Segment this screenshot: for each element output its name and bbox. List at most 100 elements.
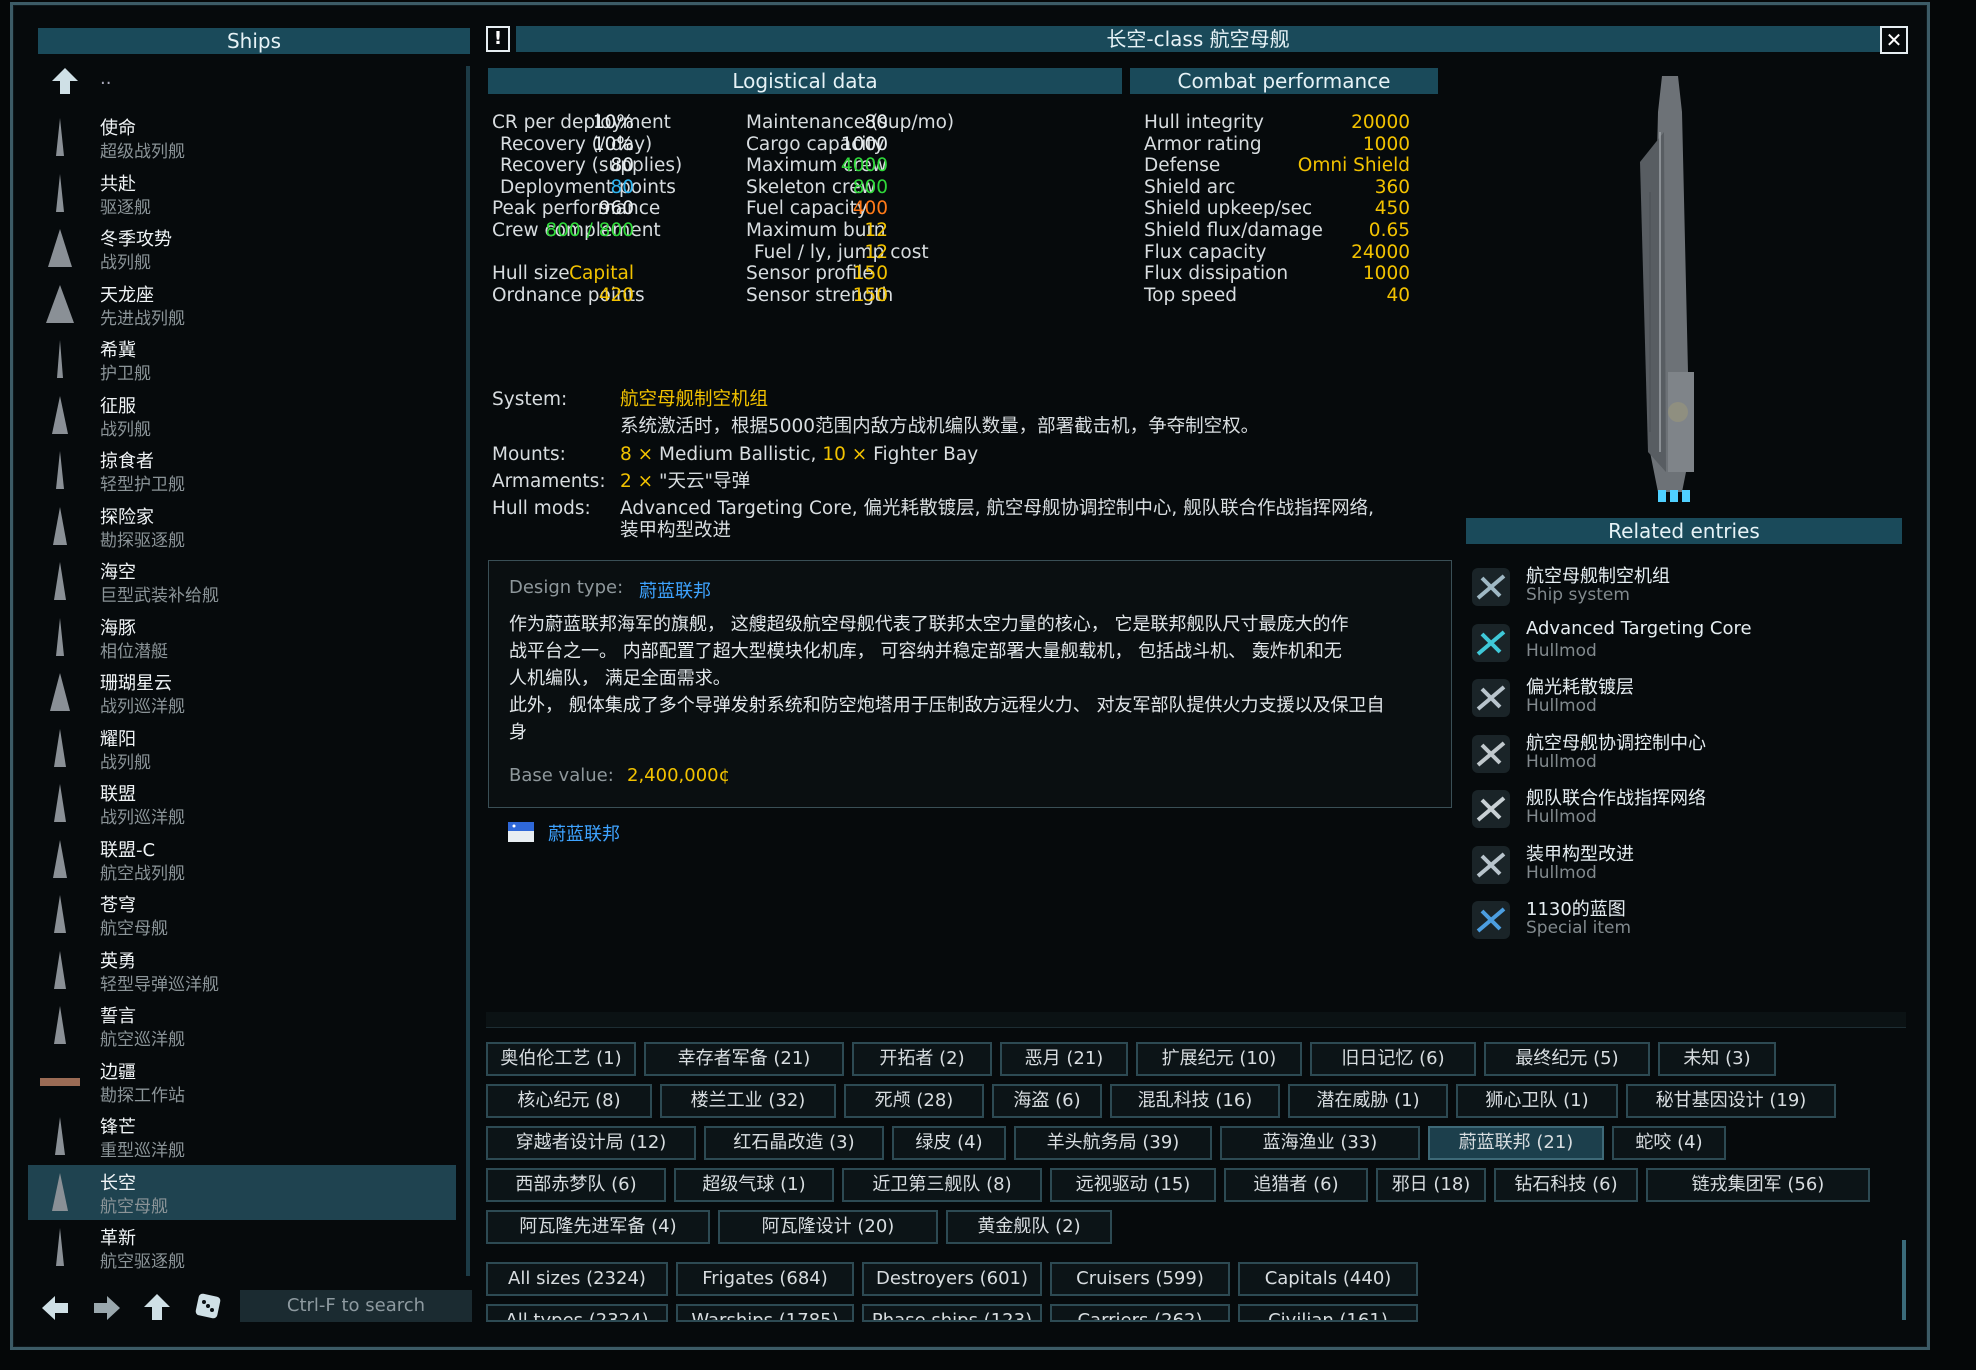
ship-thumbnail-icon [53,506,67,545]
filter-chip[interactable]: 幸存者军备 (21) [644,1042,844,1076]
ship-list-item[interactable]: 掠食者 轻型护卫舰 [28,443,456,498]
filter-chip[interactable]: 开拓者 (2) [852,1042,992,1076]
command-network-icon [1472,790,1510,828]
filter-chip[interactable]: 潜在威胁 (1) [1288,1084,1448,1118]
description-line: 人机编队， 满足全面需求。 [509,668,731,689]
ship-thumbnail-icon [46,284,74,323]
ship-list-item[interactable]: 耀阳 战列舰 [28,721,456,776]
related-entry[interactable]: 航空母舰制空机组 Ship system [1466,560,1886,612]
filter-chip[interactable]: 旧日记忆 (6) [1310,1042,1476,1076]
filter-chip[interactable]: 混乱科技 (16) [1110,1084,1280,1118]
filter-chip[interactable]: Phase ships (123) [862,1304,1042,1322]
filter-chip[interactable]: 远视驱动 (15) [1050,1168,1216,1202]
system-name[interactable]: 航空母舰制空机组 [620,386,768,413]
ship-list-item[interactable]: 联盟-C 航空战列舰 [28,832,456,887]
filter-chip[interactable]: 绿皮 (4) [892,1126,1006,1160]
related-entry[interactable]: 偏光耗散镀层 Hullmod [1466,671,1886,723]
ship-list-item[interactable]: 天龙座 先进战列舰 [28,277,456,332]
parent-dir-item[interactable]: .. [28,60,456,100]
search-hint[interactable]: Ctrl-F to search [240,1290,472,1322]
filter-chip[interactable]: 邪日 (18) [1376,1168,1486,1202]
filter-chip[interactable]: 楼兰工业 (32) [660,1084,836,1118]
filter-chip[interactable]: 扩展纪元 (10) [1136,1042,1302,1076]
filter-chip[interactable]: All sizes (2324) [486,1262,668,1296]
filter-chip[interactable]: 西部赤梦队 (6) [486,1168,666,1202]
ship-list-item[interactable]: 海空 巨型武装补给舰 [28,554,456,609]
filter-chip[interactable]: 穿越者设计局 (12) [486,1126,696,1160]
filter-chip[interactable]: 羊头航务局 (39) [1014,1126,1212,1160]
filter-chip[interactable]: 阿瓦隆先进军备 (4) [486,1210,710,1244]
filter-chip[interactable]: 近卫第三舰队 (8) [842,1168,1042,1202]
filter-chip[interactable]: 死颅 (28) [844,1084,984,1118]
filter-chip[interactable]: Carriers (262) [1050,1304,1230,1322]
ship-list-item[interactable]: 英勇 轻型导弹巡洋舰 [28,943,456,998]
filter-chip[interactable]: Destroyers (601) [862,1262,1042,1296]
close-button[interactable]: ✕ [1880,26,1908,54]
filter-chip[interactable]: 钻石科技 (6) [1494,1168,1638,1202]
alert-icon[interactable]: ! [486,26,510,52]
filter-chip[interactable]: All types (2324) [486,1304,668,1322]
ship-list-item[interactable]: 希冀 护卫舰 [28,332,456,387]
ship-list-item[interactable]: 探险家 勘探驱逐舰 [28,499,456,554]
ship-list-item[interactable]: 革新 航空驱逐舰 [28,1220,456,1275]
forward-arrow-icon[interactable] [92,1294,122,1322]
related-entry-title: Advanced Targeting Core [1526,617,1752,639]
stat-value: 1000 [1362,133,1410,155]
ship-list-item[interactable]: 锋芒 重型巡洋舰 [28,1109,456,1164]
filter-chip[interactable]: Civilian (161) [1238,1304,1418,1322]
filter-chip[interactable]: 未知 (3) [1658,1042,1776,1076]
ship-list-item[interactable]: 征服 战列舰 [28,388,456,443]
filter-chip[interactable]: 蛇咬 (4) [1612,1126,1726,1160]
related-entry[interactable]: 航空母舰协调控制中心 Hullmod [1466,727,1886,779]
ship-list-item[interactable]: 苍穹 航空母舰 [28,887,456,942]
filter-chip[interactable]: 狮心卫队 (1) [1456,1084,1618,1118]
related-entry[interactable]: 1130的蓝图 Special item [1466,893,1886,945]
stat-value: 10% [592,133,634,155]
filter-chip[interactable]: 蓝海渔业 (33) [1220,1126,1420,1160]
filter-chip[interactable]: 链戎集团军 (56) [1646,1168,1870,1202]
filter-chip[interactable]: 秘甘基因设计 (19) [1626,1084,1836,1118]
filter-chip[interactable]: Capitals (440) [1238,1262,1418,1296]
ships-scrollbar[interactable] [466,66,470,1276]
filter-chip[interactable]: Warships (1785) [676,1304,854,1322]
ship-list-item[interactable]: 长空 航空母舰 [28,1164,456,1220]
back-arrow-icon[interactable] [40,1294,70,1322]
filter-chip[interactable]: 核心纪元 (8) [486,1084,652,1118]
stat-label: Hull integrity [1144,112,1264,133]
ship-class: 航空驱逐舰 [100,1252,185,1272]
faction-link[interactable]: 蔚蓝联邦 [548,820,620,846]
stat-value: 24000 [1351,241,1410,263]
filter-chip[interactable]: 超级气球 (1) [674,1168,834,1202]
filter-chip[interactable]: 海盗 (6) [992,1084,1102,1118]
ship-list-item[interactable]: 使命 超级战列舰 [28,110,456,165]
ship-list-item[interactable]: 共赴 驱逐舰 [28,166,456,221]
filter-chip[interactable]: 追猎者 (6) [1224,1168,1368,1202]
ship-list-item[interactable]: 冬季攻势 战列舰 [28,221,456,276]
filter-scrollbar[interactable] [1902,1240,1906,1320]
armor-icon [1472,845,1510,884]
stat-value: 80 [610,155,634,177]
filter-chip[interactable]: 黄金舰队 (2) [946,1210,1112,1244]
filter-chip[interactable]: 奥伯伦工艺 (1) [486,1042,636,1076]
design-type-value[interactable]: 蔚蓝联邦 [639,577,711,603]
related-entry-type: Hullmod [1526,751,1597,772]
ship-list-item[interactable]: 誓言 航空巡洋舰 [28,998,456,1053]
control-center-icon [1472,734,1510,773]
stat-value: 960 [598,198,634,220]
related-entry[interactable]: 装甲构型改进 Hullmod [1466,838,1886,890]
ship-list-item[interactable]: 联盟 战列巡洋舰 [28,776,456,831]
random-dice-icon[interactable] [194,1292,222,1320]
ship-list-item[interactable]: 边疆 勘探工作站 [28,1054,456,1109]
up-level-icon[interactable] [142,1292,172,1322]
filter-chip[interactable]: 红石晶改造 (3) [704,1126,884,1160]
related-entry[interactable]: 舰队联合作战指挥网络 Hullmod [1466,782,1886,834]
filter-chip[interactable]: Frigates (684) [676,1262,854,1296]
filter-chip[interactable]: 蔚蓝联邦 (21) [1428,1126,1604,1160]
filter-chip[interactable]: Cruisers (599) [1050,1262,1230,1296]
filter-chip[interactable]: 阿瓦隆设计 (20) [718,1210,938,1244]
filter-chip[interactable]: 恶月 (21) [1000,1042,1128,1076]
ship-list-item[interactable]: 海豚 相位潜艇 [28,610,456,665]
filter-chip[interactable]: 最终纪元 (5) [1484,1042,1650,1076]
related-entry[interactable]: Advanced Targeting Core Hullmod [1466,616,1886,668]
ship-list-item[interactable]: 珊瑚星云 战列巡洋舰 [28,665,456,720]
